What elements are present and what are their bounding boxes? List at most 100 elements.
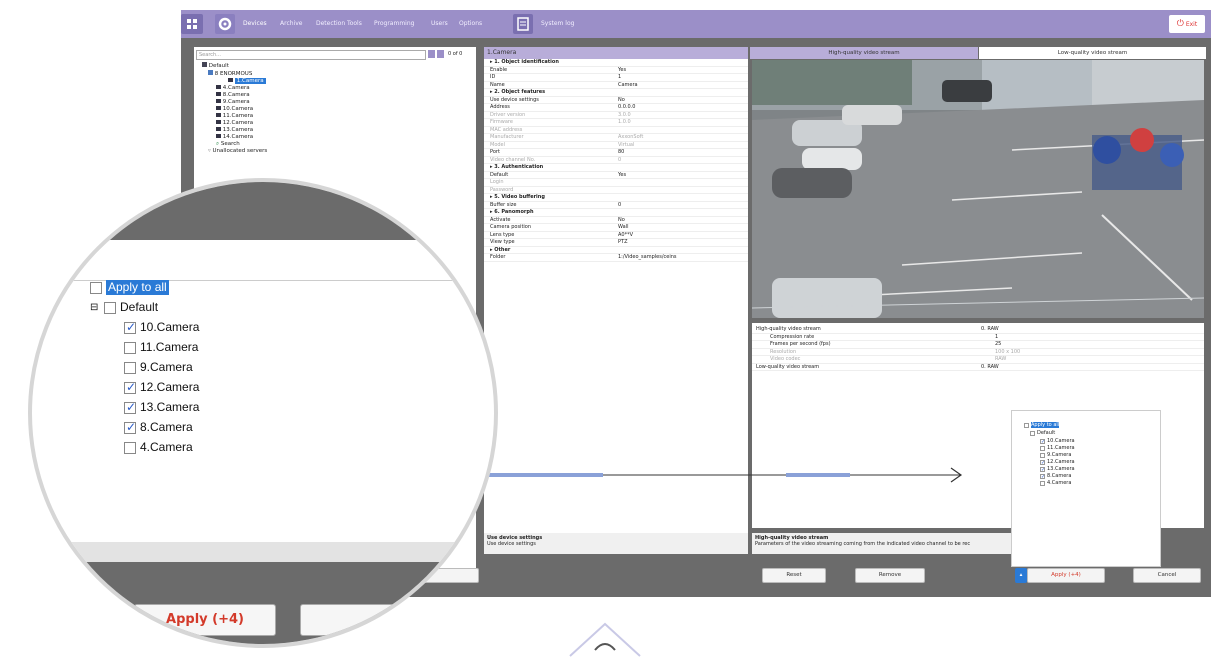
property-row[interactable]: Enable Yes — [484, 67, 748, 74]
property-section[interactable]: ▸ 6. Panomorph — [484, 209, 748, 217]
property-row[interactable]: Video channel No. 0 — [484, 157, 748, 164]
system-log-icon[interactable] — [513, 14, 533, 34]
property-row[interactable]: Firmware 1.0.0 — [484, 119, 748, 127]
tree-item[interactable]: 14.Camera — [198, 134, 267, 141]
tab-users[interactable]: Users — [427, 17, 452, 31]
stream-row[interactable]: Resolution 100 x 100 — [752, 349, 1204, 356]
property-row[interactable]: Buffer size 0 — [484, 202, 748, 209]
property-section[interactable]: ▸ 2. Object features — [484, 89, 748, 97]
property-row[interactable]: Driver version 3.0.0 — [484, 112, 748, 119]
cancel-button[interactable]: Cancel — [1133, 568, 1201, 583]
tab-options[interactable]: Options — [455, 17, 486, 31]
property-row[interactable]: Port 80 — [484, 149, 748, 157]
property-row[interactable]: ID 1 — [484, 74, 748, 82]
camera-item-checkbox[interactable] — [124, 380, 136, 394]
zoom-apply-button[interactable]: Apply (+4) — [134, 604, 276, 636]
tree-item[interactable]: 8 ENORMOUS — [198, 70, 267, 78]
mini-camera-item-checkbox[interactable] — [1040, 481, 1045, 486]
property-row[interactable]: Lens type A0**V — [484, 232, 748, 239]
camera-item-checkbox[interactable] — [124, 342, 136, 354]
menu-grid-icon[interactable] — [181, 14, 203, 34]
property-row[interactable]: Camera position Wall — [484, 224, 748, 232]
property-row[interactable]: MAC address — [484, 127, 748, 134]
stream-row[interactable]: Frames per second (fps) 25 — [752, 341, 1204, 349]
mini-camera-item-checkbox[interactable] — [1040, 446, 1045, 451]
property-row[interactable]: Model Virtual — [484, 141, 748, 149]
tab-low-quality-stream[interactable]: Low-quality video stream — [979, 47, 1206, 59]
collapse-toggle-icon[interactable]: ⊟ — [90, 300, 98, 315]
camera-item-checkbox[interactable] — [124, 362, 136, 374]
property-row[interactable]: Name Camera — [484, 82, 748, 89]
tree-item[interactable]: 12.Camera — [198, 120, 267, 127]
property-key: ▸ Other — [490, 246, 511, 253]
apply-to-all-checkbox[interactable] — [90, 282, 102, 294]
tree-item[interactable]: Default — [198, 62, 267, 70]
property-section[interactable]: ▸ 1. Object identification — [484, 59, 748, 67]
tree-item[interactable]: 8.Camera — [198, 92, 267, 99]
property-section[interactable]: ▸ 5. Video buffering — [484, 194, 748, 202]
tree-item-selected[interactable]: 1.Camera — [198, 78, 267, 85]
reset-button[interactable]: Reset — [762, 568, 826, 583]
camera-item-checkbox[interactable] — [124, 442, 136, 454]
property-row[interactable]: Login — [484, 179, 748, 187]
mini-camera-item-checkbox[interactable]: ✓ — [1040, 460, 1045, 466]
property-row[interactable]: Manufacturer AxxonSoft — [484, 134, 748, 142]
property-row[interactable]: Default Yes — [484, 172, 748, 179]
mini-camera-item-checkbox[interactable]: ✓ — [1040, 467, 1045, 473]
gear-icon[interactable] — [215, 14, 235, 34]
search-next-button[interactable] — [437, 50, 444, 58]
property-description-text: Use device settings — [487, 541, 536, 547]
property-value — [618, 179, 748, 186]
apply-button[interactable]: Apply (+4) — [1027, 568, 1105, 583]
stream-value: 0. RAW — [981, 326, 999, 332]
stream-row[interactable]: Compression rate 1 — [752, 334, 1204, 341]
property-row[interactable]: Password — [484, 187, 748, 194]
property-key: View type — [490, 239, 515, 245]
property-row[interactable]: Use device settings No — [484, 97, 748, 104]
exit-button[interactable]: ⏻ Exit — [1169, 15, 1205, 33]
camera-item-checkbox[interactable] — [124, 420, 136, 434]
tree-item[interactable]: 10.Camera — [198, 106, 267, 113]
zoom-cancel-button[interactable] — [300, 604, 442, 636]
property-key: Port — [490, 149, 500, 155]
mini-camera-item-checkbox[interactable]: ✓ — [1040, 474, 1045, 480]
stream-row[interactable]: Low-quality video stream 0. RAW — [752, 364, 1204, 371]
remove-button[interactable]: Remove — [855, 568, 925, 583]
mini-camera-item-checkbox[interactable]: ✓ — [1040, 439, 1045, 445]
group-default-checkbox[interactable] — [104, 302, 116, 314]
property-row[interactable]: Activate No — [484, 217, 748, 224]
property-section[interactable]: ▸ 3. Authentication — [484, 164, 748, 172]
tree-item[interactable]: 4.Camera — [198, 85, 267, 92]
mini-camera-item-label: 11.Camera — [1047, 445, 1075, 451]
property-row[interactable]: View type PTZ — [484, 239, 748, 247]
camera-item-checkbox[interactable] — [124, 400, 136, 414]
property-value: Virtual — [618, 141, 635, 148]
stream-row[interactable]: High-quality video stream 0. RAW — [752, 326, 1204, 334]
tree-item[interactable]: ▿ Unallocated servers — [198, 148, 267, 155]
tab-high-quality-stream[interactable]: High-quality video stream — [750, 47, 978, 59]
property-section[interactable]: ▸ Other — [484, 246, 748, 254]
tab-programming[interactable]: Programming — [370, 17, 418, 31]
tree-item[interactable]: ⌕ Search — [198, 141, 267, 148]
mini-group-default-checkbox[interactable] — [1030, 431, 1035, 436]
property-value: AxxonSoft — [618, 134, 644, 140]
search-prev-button[interactable] — [428, 50, 435, 58]
tab-devices[interactable]: Devices — [239, 17, 271, 31]
stream-row[interactable]: Video codec RAW — [752, 356, 1204, 364]
tab-archive[interactable]: Archive — [276, 17, 306, 31]
property-row[interactable]: Folder 1:/Video_samples/ceins — [484, 254, 748, 262]
camera-item-checkbox[interactable] — [124, 320, 136, 334]
tab-system-log[interactable]: System log — [537, 17, 578, 31]
mini-camera-item-checkbox[interactable] — [1040, 453, 1045, 458]
search-input[interactable]: Search... — [196, 50, 426, 60]
apply-dropdown-toggle[interactable]: ▴ — [1015, 568, 1027, 583]
tree-item[interactable]: 11.Camera — [198, 113, 267, 120]
camera-video-preview[interactable] — [752, 60, 1204, 318]
property-row[interactable]: Address 0.0.0.0 — [484, 104, 748, 112]
tree-item[interactable]: 13.Camera — [198, 127, 267, 134]
mini-apply-to-all-checkbox[interactable] — [1024, 423, 1029, 428]
computer-icon — [208, 70, 213, 75]
camera-icon — [216, 134, 221, 138]
tab-detection-tools[interactable]: Detection Tools — [312, 17, 366, 31]
tree-item[interactable]: 9.Camera — [198, 99, 267, 106]
